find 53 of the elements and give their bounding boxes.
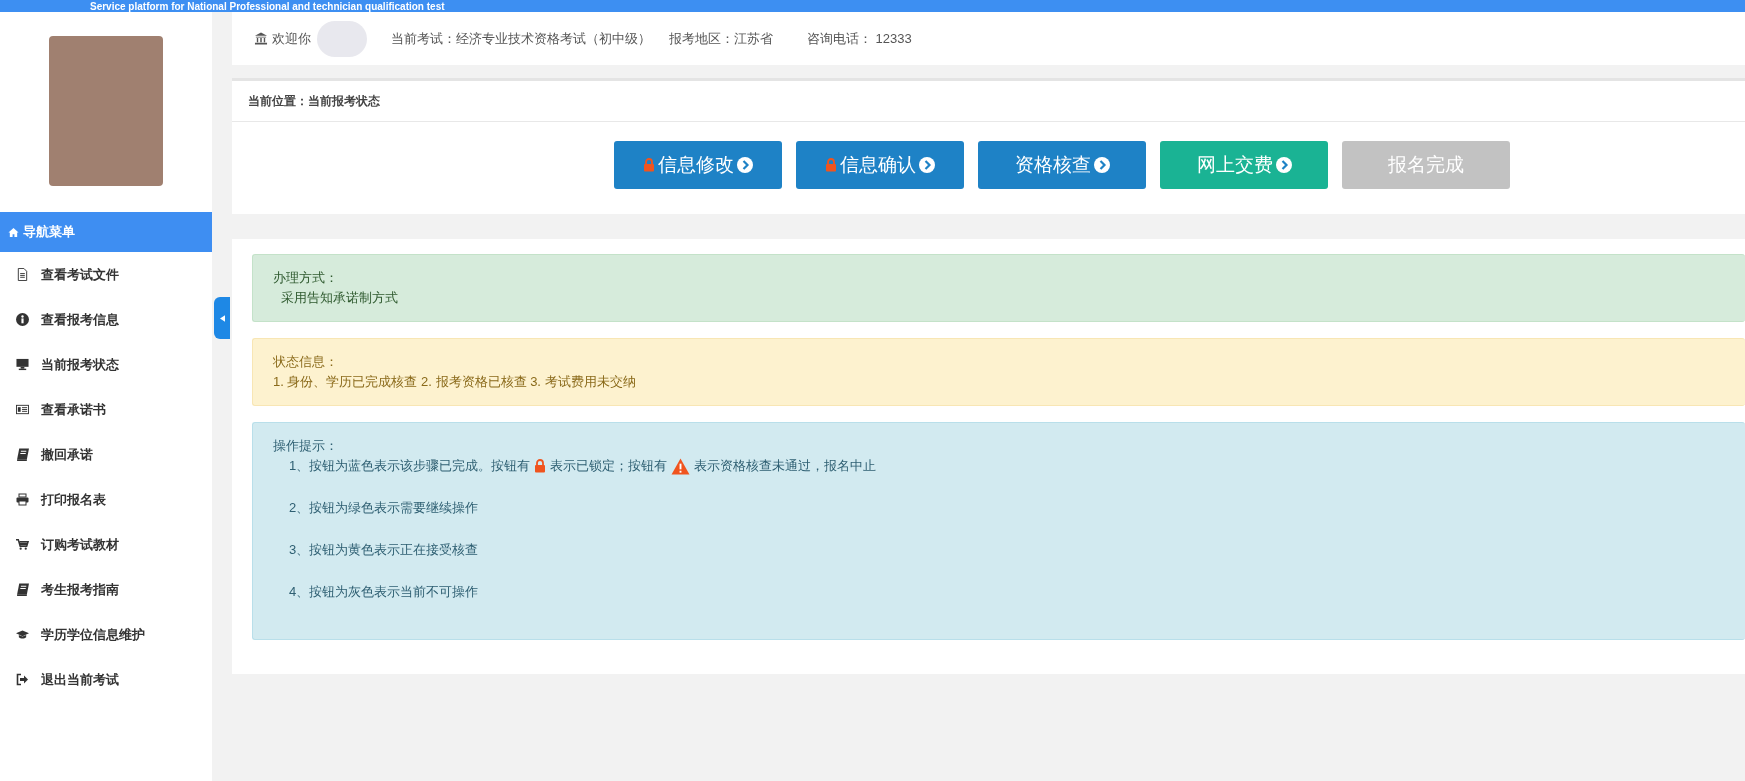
nav-item[interactable]: 查看承诺书 [0,387,212,432]
book-icon [16,448,29,461]
id-card-icon [16,403,29,416]
nav-item[interactable]: 当前报考状态 [0,342,212,387]
step-button[interactable]: 信息确认 [796,141,964,189]
nav-item[interactable]: 查看考试文件 [0,252,212,297]
alert-title: 操作提示： [273,437,339,455]
nav-item[interactable]: 学历学位信息维护 [0,612,212,657]
chevron-right-icon [1275,157,1292,173]
caret-icon [219,314,225,322]
lock-icon [825,158,837,172]
file-icon [16,268,29,281]
step-button[interactable]: 资格核查 [978,141,1146,189]
banner-title: Service platform for National Professional and technician qualification test [90,0,445,12]
alert-text: 3、按钮为黄色表示正在接受核查 [289,541,479,559]
region-text: 报考地区：江苏省 [669,29,773,48]
exit-icon [16,673,29,686]
home-icon [8,226,19,238]
phone-text: 咨询电话： 12333 [807,29,912,48]
nav-item[interactable]: 查看报考信息 [0,297,212,342]
alert-title: 状态信息： [273,353,339,371]
nav-item[interactable]: 订购考试教材 [0,522,212,567]
printer-icon [16,493,29,506]
nav-item[interactable]: 退出当前考试 [0,657,212,702]
cart-icon [16,538,29,551]
alert-text: 2、按钮为绿色表示需要继续操作 [289,499,479,517]
nav-item[interactable]: 打印报名表 [0,477,212,522]
alert-text: 表示资格核查未通过，报名中止 [694,457,877,475]
chevron-right-icon [919,157,935,173]
alert-text: 表示已锁定；按钮有 [550,457,668,475]
welcome-text: 欢迎你 [272,29,311,48]
nav-item[interactable]: 撤回承诺 [0,432,212,477]
alert-text: 1. 身份、学历已完成核查 2. 报考资格已核查 3. 考试费用未交纳 [273,373,636,391]
nav-title: 导航菜单 [23,223,75,241]
bank-icon [254,32,268,45]
monitor-icon [16,358,29,371]
breadcrumb: 当前位置：当前报考状态 [248,92,380,110]
chevron-right-icon [737,157,753,173]
alert-text: 4、按钮为灰色表示当前不可操作 [289,583,479,601]
exam-text: 当前考试：经济专业技术资格考试（初中级） [391,29,651,48]
nav-item[interactable]: 考生报考指南 [0,567,212,612]
alert-title: 办理方式： [273,269,339,287]
chevron-right-icon [1093,157,1110,173]
warning-icon [671,457,691,475]
step-button[interactable]: 信息修改 [614,141,782,189]
info-icon [16,313,29,326]
alert-text: 采用告知承诺制方式 [281,289,398,307]
graduation-cap-icon [16,628,29,641]
alert-text: 1、按钮为蓝色表示该步骤已完成。按钮有 [289,457,531,475]
lock-icon [534,459,547,473]
collapse-tab[interactable] [214,297,230,339]
book-icon [16,583,29,596]
lock-icon [643,158,655,172]
